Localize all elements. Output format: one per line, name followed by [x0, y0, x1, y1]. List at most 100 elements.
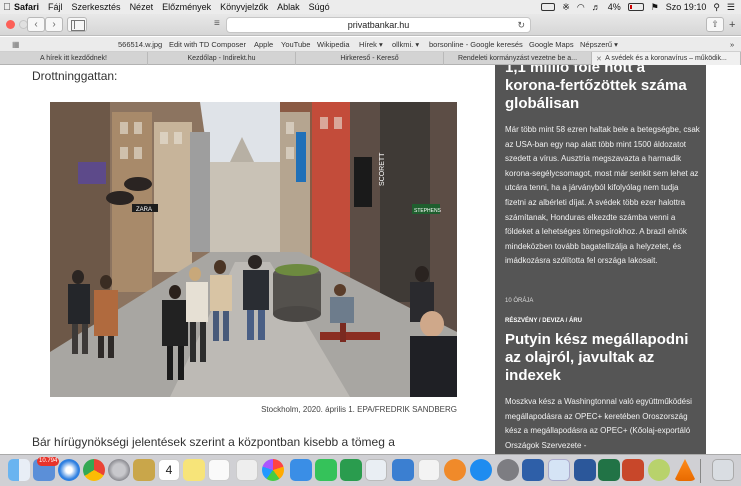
close-tab-icon[interactable]: ✕ [596, 55, 602, 63]
sidebar-summary: Már több mint 58 ezren haltak bele a bet… [505, 125, 700, 266]
tab[interactable]: A hírek itt kezdődnek! [0, 52, 148, 65]
photos-icon[interactable] [262, 459, 284, 481]
stickies-icon[interactable] [183, 459, 205, 481]
excel-icon[interactable] [598, 459, 620, 481]
chrome-icon[interactable] [83, 459, 105, 481]
bookmarks-overflow-icon[interactable]: » [730, 40, 734, 49]
numbers-icon[interactable] [365, 459, 387, 481]
browser-toolbar: ‹ › ≡ privatbankar.hu ↻ ⇧ + [0, 14, 741, 36]
bookmarks-bar: ▦ 566514.w.jpg Edit with TD Composer App… [0, 37, 741, 52]
messages-icon[interactable] [290, 459, 312, 481]
reminders-icon[interactable] [208, 459, 230, 481]
keynote-icon[interactable] [392, 459, 414, 481]
dock-separator [700, 459, 701, 483]
notification-center-icon[interactable]: ☰ [727, 2, 735, 13]
appstore-icon[interactable] [470, 459, 492, 481]
document-icon[interactable] [236, 459, 258, 481]
powerpoint-icon[interactable] [622, 459, 644, 481]
close-window-button[interactable] [6, 20, 15, 29]
launchpad-icon[interactable] [108, 459, 130, 481]
url-text: privatbankar.hu [347, 20, 410, 30]
wifi-icon[interactable]: ◠ [577, 2, 585, 13]
sidebar-headline[interactable]: Putyin kész megállapodni az olajról, jav… [505, 331, 700, 385]
tab-label: A svédek és a koronavírus – működik... [605, 55, 727, 62]
store-sign-scorett: SCORETT [379, 152, 386, 186]
finder-icon[interactable] [8, 459, 30, 481]
safari-icon[interactable] [58, 459, 80, 481]
share-button[interactable]: ⇧ [706, 17, 724, 32]
facetime-icon[interactable] [315, 459, 337, 481]
new-tab-button[interactable]: + [729, 19, 735, 31]
apple-icon[interactable]:  [0, 2, 14, 13]
sidebar-category[interactable]: RÉSZVÉNY / DEVIZA / ÁRU [505, 318, 582, 324]
top-sites-icon[interactable]: ▦ [12, 40, 20, 49]
tab[interactable]: Kezdőlap - Indirekt.hu [148, 52, 296, 65]
notes-icon[interactable] [133, 459, 155, 481]
tab-label: Kezdőlap - Indirekt.hu [187, 55, 256, 62]
page-content: Drottninggattan: ZARA SCORETT STEPHENS S… [0, 65, 741, 454]
forward-button[interactable]: › [45, 17, 63, 32]
tab-active[interactable]: ✕ A svédek és a koronavírus – működik... [592, 52, 741, 65]
messages-green-icon[interactable] [340, 459, 362, 481]
menu-bookmarks[interactable]: Könyvjelzők [220, 2, 268, 12]
volume-icon[interactable]: ♬ [592, 2, 601, 12]
screen-mirroring-icon[interactable] [541, 3, 556, 11]
reload-icon[interactable]: ↻ [517, 18, 525, 32]
store-sign-zara: ZARA [136, 207, 152, 213]
tab-label: Hirkereső - Kereső [340, 55, 399, 62]
sidebar-summary: Moszkva kész a Washingtonnal való együtt… [505, 397, 692, 450]
tab-label: A hírek itt kezdődnek! [40, 55, 107, 62]
bookmark-folder[interactable]: Népszerű ▾ [580, 40, 618, 49]
article-photo: ZARA SCORETT STEPHENS [50, 102, 457, 397]
itunes-icon[interactable] [418, 459, 440, 481]
bluetooth-icon[interactable]: ※ [562, 2, 570, 13]
address-bar[interactable]: privatbankar.hu ↻ [226, 17, 531, 33]
menu-window[interactable]: Ablak [277, 2, 300, 12]
reader-icon[interactable]: ≡ [214, 18, 220, 29]
article-intro: Drottninggattan: [32, 69, 118, 83]
store-sign-stephens: STEPHENS [414, 208, 442, 214]
bookmark-item[interactable]: Wikipedia [317, 40, 350, 49]
tab[interactable]: Rendeleti kormányzást vezetne be a... [444, 52, 592, 65]
books-icon[interactable] [444, 459, 466, 481]
quicktime-icon[interactable] [522, 459, 544, 481]
sidebar-toggle-button[interactable] [67, 17, 87, 32]
back-button[interactable]: ‹ [27, 17, 45, 32]
tab-bar: A hírek itt kezdődnek! Kezdőlap - Indire… [0, 52, 741, 65]
status-area: ※ ◠ ♬ 4% ⚑ Szo 19:10 ⚲ ☰ [541, 0, 735, 14]
menu-history[interactable]: Előzmények [162, 2, 211, 12]
sidebar-headline[interactable]: 1,1 millió fölé nőtt a korona-fertőzötte… [505, 65, 700, 113]
bookmark-item[interactable]: 566514.w.jpg [118, 40, 162, 49]
photo-caption: Stockholm, 2020. április 1. EPA/FREDRIK … [261, 405, 457, 414]
game-icon[interactable] [648, 459, 670, 481]
menu-file[interactable]: Fájl [48, 2, 63, 12]
article-body-text: Bár hírügynökségi jelentések szerint a k… [32, 435, 395, 449]
news-sidebar: 1,1 millió fölé nőtt a korona-fertőzötte… [495, 65, 706, 454]
dock: 10.794 4 [0, 454, 741, 486]
trash-icon[interactable] [712, 459, 734, 481]
menu-view[interactable]: Nézet [130, 2, 154, 12]
vlc-icon[interactable] [674, 459, 696, 481]
preview-icon[interactable] [548, 459, 570, 481]
menu-app-safari[interactable]: Safari [14, 2, 39, 12]
menu-edit[interactable]: Szerkesztés [72, 2, 121, 12]
word-icon[interactable] [574, 459, 596, 481]
battery-icon[interactable] [627, 3, 644, 11]
tab[interactable]: Hirkereső - Kereső [296, 52, 444, 65]
battery-percent[interactable]: 4% [608, 2, 621, 12]
clock[interactable]: Szo 19:10 [666, 2, 707, 12]
sidebar-timestamp: 10 ÓRÁJA [505, 298, 534, 304]
system-preferences-icon[interactable] [497, 459, 519, 481]
menu-help[interactable]: Súgó [309, 2, 330, 12]
calendar-icon[interactable]: 4 [158, 459, 180, 481]
bookmark-item[interactable]: YouTube [281, 40, 310, 49]
bookmark-item[interactable]: Apple [254, 40, 273, 49]
bookmark-item[interactable]: Edit with TD Composer [169, 40, 246, 49]
bookmark-folder[interactable]: ollkmi. ▾ [392, 40, 419, 49]
spotlight-icon[interactable]: ⚲ [713, 2, 720, 13]
bookmark-item[interactable]: borsonline - Google keresés [429, 40, 523, 49]
flag-icon[interactable]: ⚑ [651, 2, 659, 13]
bookmark-item[interactable]: Google Maps [529, 40, 574, 49]
bookmark-folder[interactable]: Hírek ▾ [359, 40, 383, 49]
street-scene-illustration: ZARA SCORETT STEPHENS [50, 102, 457, 397]
